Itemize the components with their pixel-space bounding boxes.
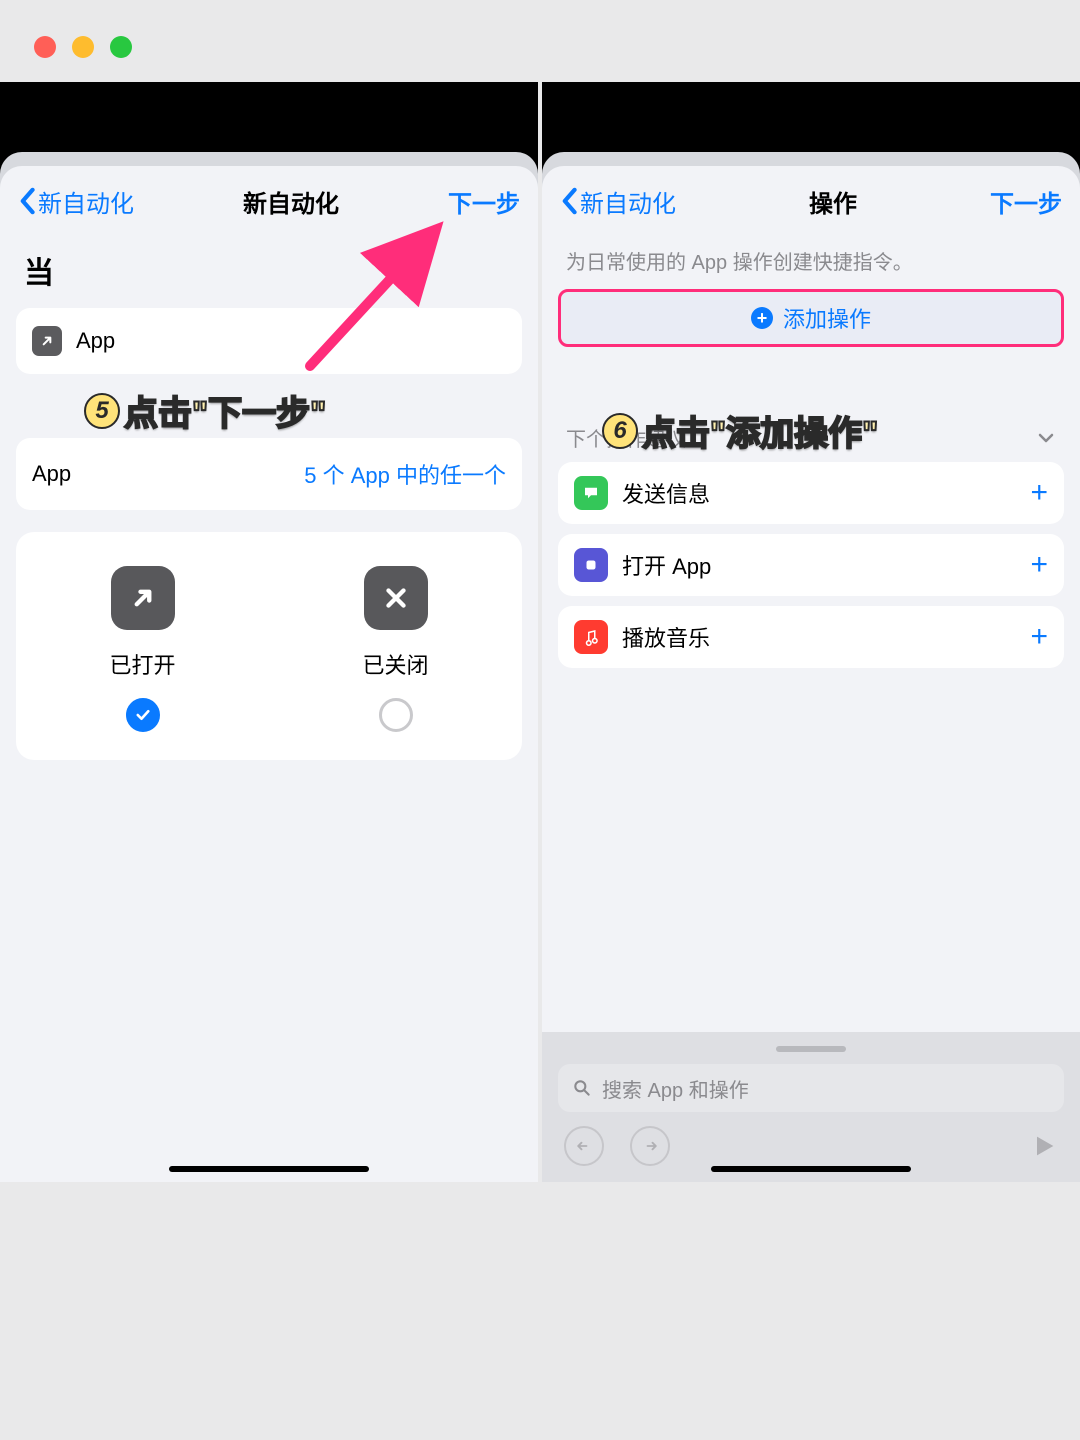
suggestion-label: 发送信息 [622,477,710,509]
step-number-badge: 5 [84,393,120,429]
nav-title: 操作 [809,184,857,219]
music-app-icon [574,620,608,654]
chevron-left-icon [18,187,36,215]
undo-button[interactable] [564,1126,604,1166]
x-icon [364,566,428,630]
messages-app-icon [574,476,608,510]
nav-title: 新自动化 [243,184,339,219]
shortcuts-app-icon [574,548,608,582]
suggestion-play-music[interactable]: 播放音乐 + [558,606,1064,668]
annotation-text: 点击"添加操作" [642,406,878,455]
add-action-button[interactable]: + 添加操作 [558,289,1064,347]
option-opened-label: 已打开 [109,648,175,680]
open-app-icon [32,326,62,356]
search-input[interactable]: 搜索 App 和操作 [558,1064,1064,1112]
nav-bar: 新自动化 操作 下一步 [558,166,1064,236]
chevron-down-icon [1036,428,1056,448]
option-closed[interactable]: 已关闭 [269,566,522,732]
back-button[interactable]: 新自动化 [560,184,676,219]
next-button[interactable]: 下一步 [448,184,520,219]
phone-screenshot-right: 新自动化 操作 下一步 为日常使用的 App 操作创建快捷指令。 + 添加操作 … [542,82,1080,1182]
search-panel: 搜索 App 和操作 [542,1032,1080,1182]
next-button[interactable]: 下一步 [990,184,1062,219]
suggestion-send-message[interactable]: 发送信息 + [558,462,1064,524]
suggestions-list: 发送信息 + 打开 App + 播放音乐 [558,462,1064,668]
option-opened[interactable]: 已打开 [16,566,269,732]
annotation-step-6: 6 点击"添加操作" [602,406,878,455]
app-selection-row[interactable]: App 5 个 App 中的任一个 [16,438,522,510]
phone-screenshot-left: 新自动化 新自动化 下一步 当 App App 5 个 App 中的任一个 [0,82,538,1182]
option-closed-label: 已关闭 [362,648,428,680]
add-icon[interactable]: + [1030,620,1048,654]
plus-circle-icon: + [751,307,773,329]
step-number-badge: 6 [602,413,638,449]
add-action-label: 添加操作 [783,302,871,334]
back-button[interactable]: 新自动化 [18,184,134,219]
app-row-label: App [76,328,115,354]
redo-button[interactable] [630,1126,670,1166]
search-placeholder: 搜索 App 和操作 [602,1074,749,1103]
back-label: 新自动化 [580,184,676,219]
window-traffic-lights [0,0,1080,82]
add-icon[interactable]: + [1030,476,1048,510]
suggestion-open-app[interactable]: 打开 App + [558,534,1064,596]
home-indicator [711,1166,911,1172]
back-label: 新自动化 [38,184,134,219]
grabber-icon[interactable] [776,1046,846,1052]
annotation-text: 点击"下一步" [124,386,326,435]
radio-checked-icon[interactable] [126,698,160,732]
editor-toolbar [558,1112,1064,1168]
arrow-out-icon [111,566,175,630]
home-indicator [169,1166,369,1172]
annotation-arrow-icon [290,216,460,386]
add-icon[interactable]: + [1030,548,1048,582]
subtitle-text: 为日常使用的 App 操作创建快捷指令。 [558,236,1064,289]
minimize-window-icon[interactable] [72,36,94,58]
maximize-window-icon[interactable] [110,36,132,58]
annotation-step-5: 5 点击"下一步" [84,386,326,435]
suggestion-label: 播放音乐 [622,621,710,653]
open-close-options: 已打开 已关闭 [16,532,522,760]
chevron-left-icon [560,187,578,215]
radio-unchecked-icon[interactable] [379,698,413,732]
search-icon [572,1078,592,1098]
tutorial-stage: 新自动化 新自动化 下一步 当 App App 5 个 App 中的任一个 [0,82,1080,1382]
app-field-value: 5 个 App 中的任一个 [304,458,506,490]
close-window-icon[interactable] [34,36,56,58]
suggestion-label: 打开 App [622,549,711,581]
modal-card: 新自动化 操作 下一步 为日常使用的 App 操作创建快捷指令。 + 添加操作 … [542,166,1080,1182]
app-field-label: App [32,461,71,487]
play-button[interactable] [1030,1132,1058,1160]
